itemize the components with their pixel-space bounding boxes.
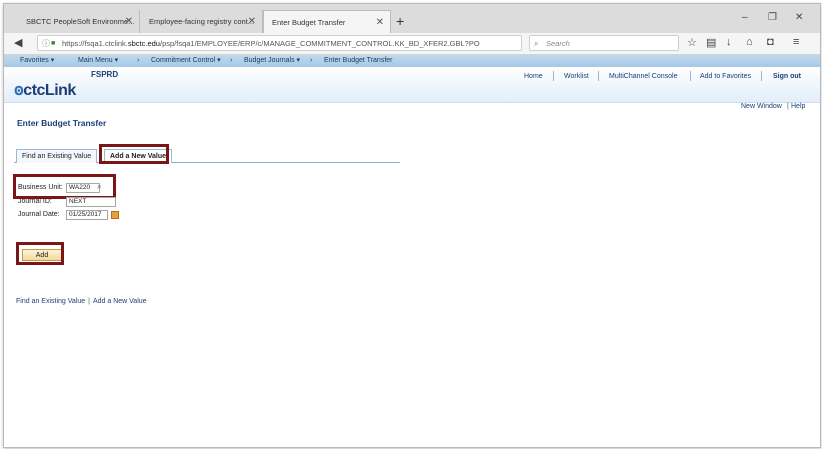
- address-bar[interactable]: ⓘ ■ https://fsqa1.ctclink.sbctc.edu/psp/…: [37, 35, 522, 51]
- environment-name: FSPRD: [91, 70, 119, 79]
- browser-tab-label: Enter Budget Transfer: [272, 18, 346, 27]
- tab-find-existing-value[interactable]: Find an Existing Value: [16, 149, 98, 163]
- back-arrow-icon[interactable]: ◀: [14, 36, 22, 49]
- peoplesoft-header: ꙩctcLink FSPRD Home Worklist MultiChanne…: [4, 67, 820, 103]
- page-title: Enter Budget Transfer: [17, 118, 107, 128]
- budget-journals-menu[interactable]: Budget Journals ▾: [244, 55, 300, 67]
- add-new-value-link[interactable]: Add a New Value: [93, 298, 147, 305]
- minimize-button[interactable]: –: [742, 12, 748, 23]
- commitment-control-menu[interactable]: Commitment Control ▾: [151, 55, 221, 67]
- calendar-icon[interactable]: [111, 211, 119, 219]
- url-path: /psp/fsqa1/EMPLOYEE/ERP/c/MANAGE_COMMITM…: [159, 39, 480, 48]
- divider: [553, 71, 554, 81]
- info-icon[interactable]: ⓘ: [42, 36, 50, 50]
- bookmark-star-icon[interactable]: ☆: [687, 36, 697, 49]
- link-separator: |: [787, 103, 789, 110]
- help-link[interactable]: Help: [791, 103, 805, 110]
- worklist-link[interactable]: Worklist: [564, 73, 589, 80]
- browser-tab-label: SBCTC PeopleSoft Environme...: [26, 17, 135, 26]
- logo-text: ctcLink: [23, 82, 76, 99]
- bottom-links: Find an Existing Value | Add a New Value: [16, 298, 147, 305]
- breadcrumb-separator: ›: [137, 57, 140, 64]
- close-window-button[interactable]: ✕: [795, 12, 803, 23]
- browser-tab-1[interactable]: SBCTC PeopleSoft Environme... ✕: [18, 10, 140, 33]
- sign-out-link[interactable]: Sign out: [773, 73, 801, 80]
- new-window-link[interactable]: New Window: [741, 103, 782, 110]
- navigation-toolbar: ◀ ⓘ ■ https://fsqa1.ctclink.sbctc.edu/ps…: [4, 33, 820, 55]
- main-menu[interactable]: Main Menu ▾: [78, 55, 118, 67]
- add-to-favorites-link[interactable]: Add to Favorites: [700, 73, 751, 80]
- search-placeholder: Search: [546, 39, 570, 48]
- journal-date-field[interactable]: [66, 210, 108, 220]
- url-domain: sbctc.edu: [127, 39, 160, 48]
- divider: [598, 71, 599, 81]
- divider: [761, 71, 762, 81]
- highlight-box-business-unit: [13, 174, 116, 199]
- menu-icon[interactable]: ≡: [793, 36, 799, 48]
- restore-button[interactable]: ❐: [768, 12, 777, 23]
- multichannel-console-link[interactable]: MultiChannel Console: [609, 73, 677, 80]
- journal-id-label: Journal ID:: [18, 198, 52, 205]
- journal-id-field[interactable]: [66, 197, 116, 207]
- journal-date-label: Journal Date:: [18, 211, 60, 218]
- url-prefix: https://fsqa1.ctclink.: [62, 39, 128, 48]
- find-existing-value-link[interactable]: Find an Existing Value: [16, 298, 85, 305]
- search-input[interactable]: ⌕ Search: [529, 35, 679, 51]
- highlight-box-add: [16, 242, 64, 265]
- new-tab-button[interactable]: +: [396, 10, 404, 33]
- home-icon[interactable]: ⌂: [746, 36, 753, 48]
- tab-strip: SBCTC PeopleSoft Environme... ✕ Employee…: [4, 4, 820, 33]
- peoplesoft-breadcrumb: Favorites ▾ Main Menu ▾ › Commitment Con…: [4, 55, 820, 67]
- breadcrumb-separator: ›: [230, 57, 233, 64]
- browser-window: SBCTC PeopleSoft Environme... ✕ Employee…: [3, 3, 821, 448]
- close-icon[interactable]: ✕: [125, 10, 133, 33]
- highlight-box-tab: [99, 144, 169, 164]
- favorites-menu[interactable]: Favorites ▾: [20, 55, 54, 67]
- home-link[interactable]: Home: [524, 73, 543, 80]
- lock-icon: ■: [51, 40, 56, 47]
- breadcrumb-separator: ›: [310, 57, 313, 64]
- pocket-icon[interactable]: ◘: [767, 36, 774, 48]
- browser-tab-label: Employee-facing registry cont...: [149, 17, 255, 26]
- library-icon[interactable]: ▤: [706, 36, 716, 49]
- search-icon: ⌕: [534, 39, 539, 48]
- ctclink-logo: ꙩctcLink: [14, 82, 76, 99]
- close-icon[interactable]: ✕: [248, 10, 256, 33]
- divider: [690, 71, 691, 81]
- browser-tab-3-active[interactable]: Enter Budget Transfer ✕: [263, 10, 391, 33]
- breadcrumb-current[interactable]: Enter Budget Transfer: [324, 55, 392, 67]
- download-icon[interactable]: ↓: [726, 36, 732, 48]
- link-separator: |: [88, 298, 90, 305]
- browser-tab-2[interactable]: Employee-facing registry cont... ✕: [141, 10, 263, 33]
- close-icon[interactable]: ✕: [376, 11, 384, 34]
